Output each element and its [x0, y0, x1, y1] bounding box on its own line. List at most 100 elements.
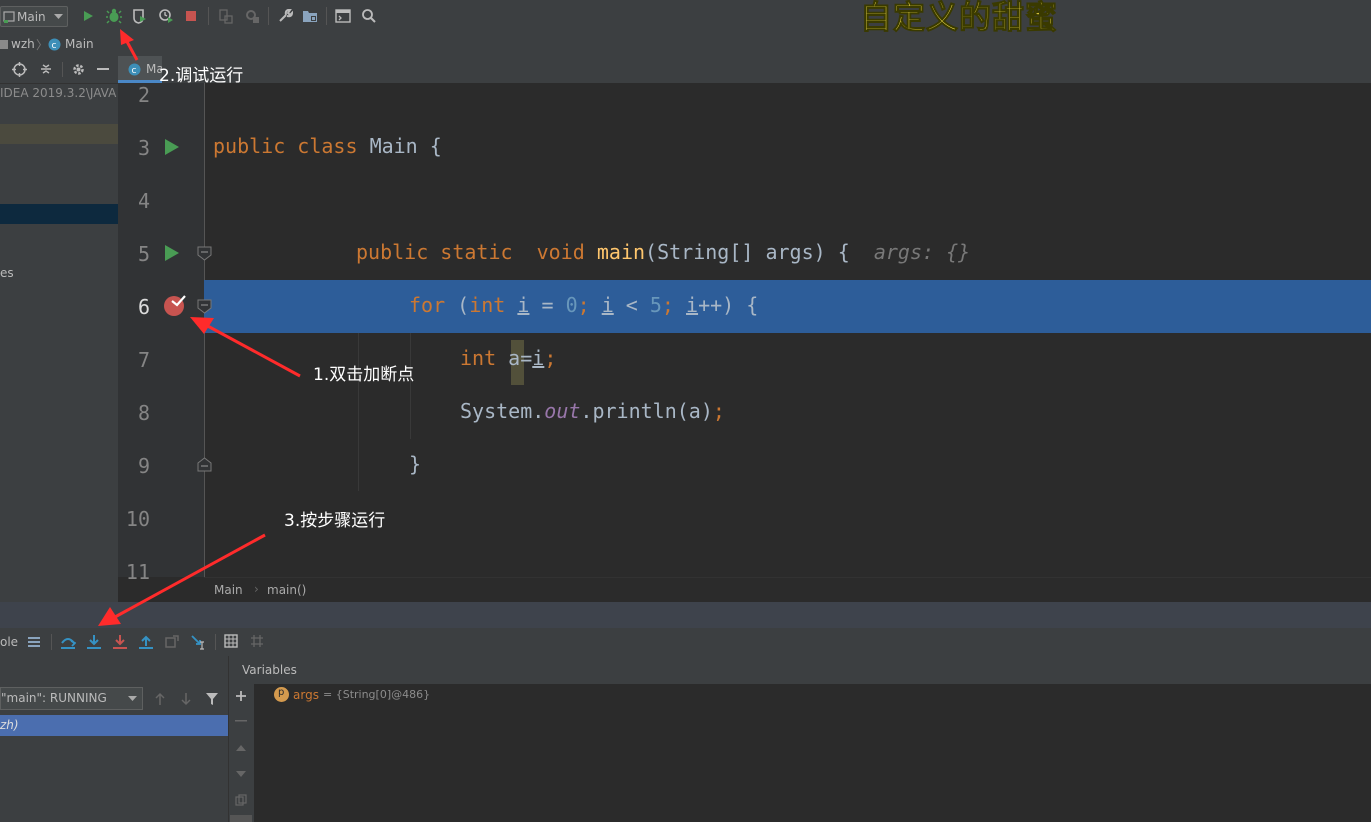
line-number: 6	[137, 295, 150, 319]
minus-icon[interactable]	[235, 720, 247, 723]
project-tree-item-highlighted[interactable]	[0, 124, 118, 144]
stack-frame-label: zh)	[0, 718, 19, 732]
params: (String[] args) {	[645, 240, 850, 264]
move-down-icon[interactable]	[236, 770, 246, 778]
trace-stream-icon[interactable]	[250, 634, 264, 648]
tab-main-java[interactable]: c Main.java	[118, 56, 162, 83]
fold-icon[interactable]	[197, 246, 212, 261]
filter-icon[interactable]	[205, 692, 219, 706]
gear-icon[interactable]	[71, 62, 86, 77]
settings-wrench-icon[interactable]	[276, 7, 294, 25]
keyword: public	[213, 134, 286, 158]
toolbar-separator	[268, 7, 269, 25]
locate-target-icon[interactable]	[12, 62, 27, 77]
run-config-label: Main	[17, 10, 46, 24]
arrow-up-icon[interactable]	[154, 692, 166, 706]
keyword: int	[460, 346, 497, 370]
move-up-icon[interactable]	[236, 744, 246, 752]
rebuild-icon[interactable]	[243, 7, 261, 25]
project-tree-item-partial[interactable]: es	[0, 266, 14, 280]
svg-text:c: c	[132, 66, 137, 76]
run-gutter-icon[interactable]	[164, 244, 180, 262]
editor-breadcrumb: Main › main()	[204, 577, 1371, 603]
project-panel: IDEA 2019.3.2\JAVA es	[0, 56, 118, 602]
line-number: 9	[137, 454, 150, 478]
line-number: 10	[125, 507, 150, 531]
plus-icon[interactable]	[235, 690, 247, 702]
project-tree-item-selected[interactable]	[0, 204, 118, 224]
navigation-bar: wzh 〉 c Main	[0, 33, 1371, 57]
breadcrumb-project[interactable]: wzh	[11, 37, 35, 51]
code-line-9: }	[409, 452, 422, 476]
run-icon[interactable]	[79, 7, 97, 25]
identifier: Main	[369, 134, 418, 158]
fold-end-icon[interactable]	[197, 457, 212, 472]
keyword: class	[297, 134, 358, 158]
scrollbar-thumb[interactable]	[230, 815, 252, 822]
debug-toolbar: ole	[0, 628, 1371, 657]
breadcrumb-method[interactable]: main()	[267, 583, 306, 597]
variable-value: = {String[0]@486}	[323, 688, 431, 701]
annotation-debug-run: 2.调试运行	[159, 66, 244, 86]
folder-icon	[0, 40, 8, 49]
run-gutter-icon[interactable]	[164, 138, 180, 156]
coverage-icon[interactable]	[130, 7, 148, 25]
code-line-3: public class Main {	[213, 134, 442, 158]
copy-icon[interactable]	[235, 794, 247, 806]
frames-panel: "main": RUNNING zh)	[0, 656, 229, 822]
drop-frame-icon[interactable]	[164, 634, 180, 650]
build-icon[interactable]	[217, 7, 235, 25]
evaluate-expression-icon[interactable]	[224, 634, 238, 648]
debug-icon[interactable]	[105, 7, 123, 25]
variable-name[interactable]: args	[293, 688, 319, 702]
code-line-6: for (int i = 0; i < 5; i++) {	[409, 293, 759, 317]
stop-icon[interactable]	[182, 7, 200, 25]
collapse-all-icon[interactable]	[39, 62, 53, 76]
line-number: 2	[137, 83, 150, 107]
breadcrumb-class[interactable]: Main	[214, 583, 243, 597]
project-panel-header	[0, 56, 118, 84]
chevron-down-icon	[54, 14, 63, 19]
class-icon: c	[48, 38, 61, 51]
variables-tree: p args = {String[0]@486}	[254, 684, 1371, 822]
search-icon[interactable]	[360, 7, 378, 25]
thread-selector[interactable]: "main": RUNNING	[0, 687, 143, 710]
line-number: 8	[137, 401, 150, 425]
keyword: void	[536, 240, 585, 264]
class-icon: c	[128, 63, 141, 76]
run-configuration-selector[interactable]: Main	[0, 6, 68, 27]
toolbar-separator	[208, 7, 209, 25]
variables-header: Variables	[229, 656, 1371, 685]
step-over-icon[interactable]	[60, 634, 76, 650]
minimize-icon[interactable]	[97, 68, 109, 71]
profile-icon[interactable]	[157, 7, 175, 25]
thread-selector-value: "main": RUNNING	[1, 691, 107, 705]
step-into-icon[interactable]	[86, 634, 102, 650]
force-step-into-icon[interactable]	[112, 634, 128, 650]
line-number: 5	[137, 242, 150, 266]
project-structure-icon[interactable]	[301, 7, 319, 25]
show-frames-icon[interactable]	[27, 635, 41, 649]
line-number: 7	[137, 348, 150, 372]
current-line-highlight	[204, 280, 1371, 333]
breakpoint-icon[interactable]	[163, 293, 189, 319]
annotation-step-run: 3.按步骤运行	[284, 511, 386, 531]
breadcrumb-file[interactable]: Main	[65, 37, 94, 51]
keyword: public	[356, 240, 429, 264]
project-path: IDEA 2019.3.2\JAVA	[0, 86, 117, 100]
step-out-icon[interactable]	[138, 634, 154, 650]
stack-frame-selected[interactable]: zh)	[0, 715, 228, 736]
header-separator	[62, 62, 63, 77]
keyword: for	[409, 293, 446, 317]
svg-text:c: c	[52, 41, 57, 51]
console-tab-partial[interactable]: ole	[0, 635, 18, 649]
annotation-add-breakpoint: 1.双击加断点	[313, 365, 415, 385]
toolbar-separator	[51, 634, 52, 650]
arrow-down-icon[interactable]	[180, 692, 192, 706]
terminal-icon[interactable]	[334, 7, 352, 25]
keyword: static	[440, 240, 513, 264]
fold-icon[interactable]	[197, 299, 212, 314]
editor-tab-bar: c Main.java	[118, 56, 1371, 84]
method-name: main	[596, 240, 646, 264]
run-to-cursor-icon[interactable]	[190, 634, 206, 650]
